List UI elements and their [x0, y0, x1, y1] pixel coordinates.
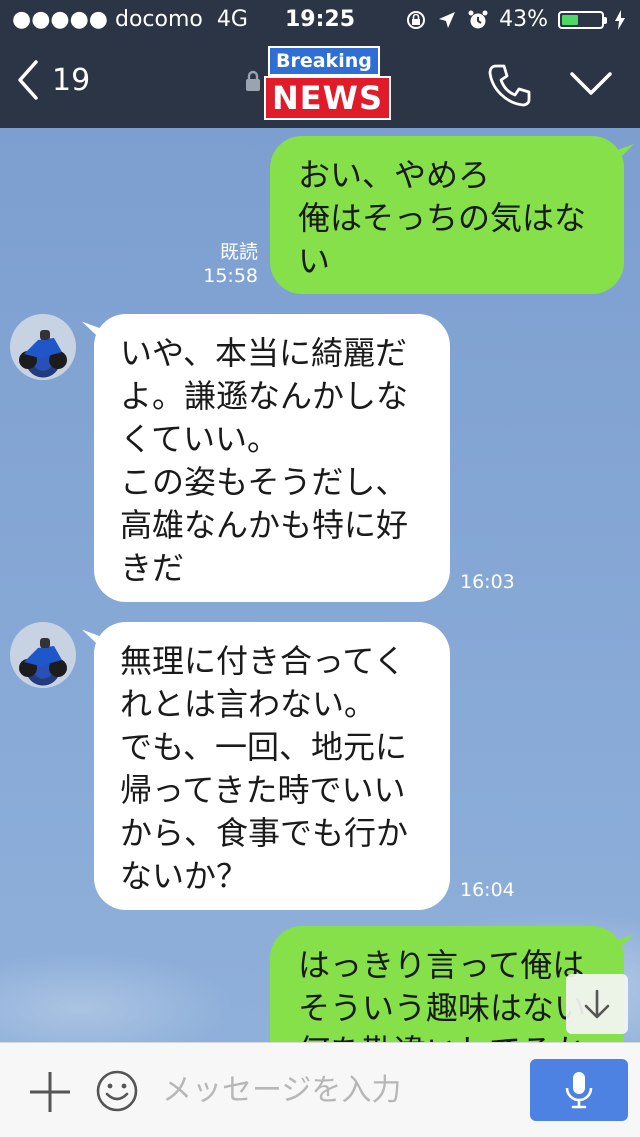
voice-input-button[interactable] — [530, 1059, 628, 1121]
plus-icon[interactable] — [28, 1070, 72, 1114]
avatar[interactable] — [10, 314, 76, 380]
chevron-left-icon — [18, 60, 38, 100]
breaking-news-logo: Breaking NEWS — [262, 44, 400, 120]
location-icon — [439, 11, 456, 28]
status-bar: ●●●●● docomo 4G 19:25 43% — [0, 0, 640, 40]
message-time: 15:58 — [203, 265, 258, 287]
motorcycle-icon — [19, 330, 67, 369]
avatar[interactable] — [10, 622, 76, 688]
message-time: 16:04 — [460, 879, 515, 901]
chevron-down-icon[interactable] — [568, 70, 614, 98]
message-bubble-incoming[interactable]: いや、本当に綺麗だ よ。謙遜なんかしな くていい。 この姿もそうだし、 高雄なん… — [94, 314, 450, 602]
battery-icon — [558, 10, 607, 29]
message-time: 16:03 — [460, 571, 515, 593]
message-bubble-outgoing[interactable]: おい、やめろ 俺はそっちの気はな い — [270, 136, 624, 294]
arrow-down-icon — [584, 989, 610, 1019]
back-button[interactable]: 19 — [16, 58, 90, 102]
phone-icon[interactable] — [486, 62, 532, 108]
lock-icon — [246, 70, 260, 91]
chat-header: 19 Breaking NEWS — [0, 40, 640, 128]
battery-percent: 43% — [499, 7, 548, 32]
read-receipt: 既読 — [219, 241, 258, 263]
message-composer — [0, 1042, 640, 1137]
microphone-icon — [565, 1072, 593, 1109]
message-bubble-incoming[interactable]: 無理に付き合ってく れとは言わない。 でも、一回、地元に 帰ってきた時でいい か… — [94, 622, 450, 910]
message-meta: 既読 15:58 — [188, 240, 258, 288]
status-icons: 43% — [405, 7, 626, 32]
motorcycle-icon — [19, 638, 67, 677]
charging-bolt-icon — [615, 9, 625, 30]
message-list[interactable]: 既読 15:58 おい、やめろ 俺はそっちの気はな い いや、本当に綺麗だ よ。… — [0, 128, 640, 1042]
rotation-lock-icon — [407, 10, 426, 29]
unread-count: 19 — [52, 62, 91, 98]
message-input[interactable] — [160, 1061, 514, 1119]
logo-news-text: NEWS — [264, 76, 391, 120]
logo-breaking-text: Breaking — [268, 46, 380, 76]
alarm-icon — [468, 10, 488, 28]
emoji-icon[interactable] — [95, 1069, 139, 1113]
battery-fill — [562, 14, 579, 25]
scroll-to-bottom-button[interactable] — [566, 974, 628, 1034]
